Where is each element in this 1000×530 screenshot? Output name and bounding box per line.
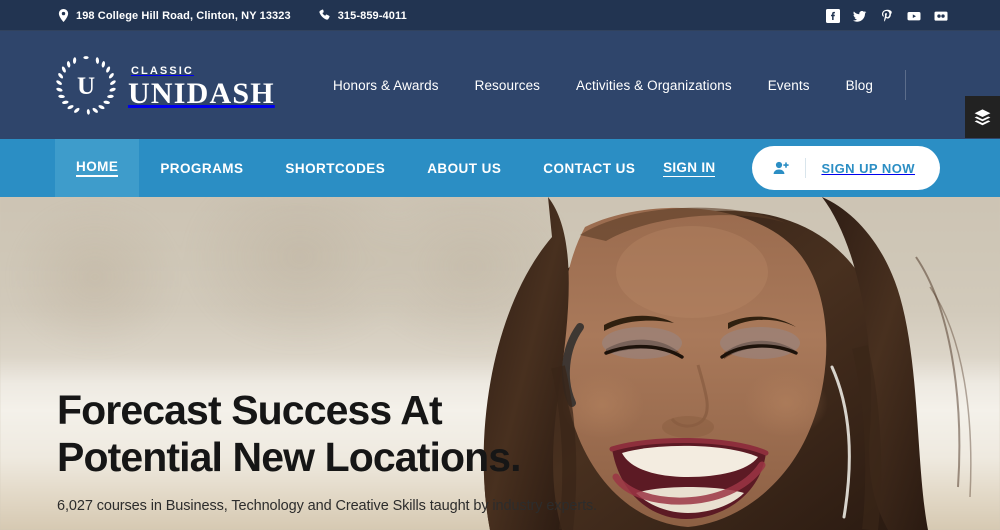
svg-text:U: U bbox=[77, 73, 95, 100]
nav-item-shortcodes-label: SHORTCODES bbox=[285, 160, 386, 176]
logo-eyebrow: CLASSIC bbox=[131, 65, 194, 77]
hero-copy: Forecast Success At Potential New Locati… bbox=[57, 387, 617, 514]
nav-activities-organizations[interactable]: Activities & Organizations bbox=[558, 78, 750, 93]
twitter-icon[interactable] bbox=[853, 9, 867, 23]
sign-in-link[interactable]: SIGN IN bbox=[663, 160, 716, 177]
nav-divider bbox=[905, 70, 906, 100]
nav-item-about-us[interactable]: ABOUT US bbox=[406, 139, 522, 197]
site-logo[interactable]: U CLASSIC UNIDASH bbox=[55, 54, 275, 116]
page-root: 198 College Hill Road, Clinton, NY 13323… bbox=[0, 0, 1000, 530]
phone-item[interactable]: 315-859-4011 bbox=[319, 9, 407, 22]
nav-item-shortcodes[interactable]: SHORTCODES bbox=[264, 139, 406, 197]
nav-item-about-us-label: ABOUT US bbox=[427, 160, 502, 176]
hero-heading-line-2: Potential New Locations. bbox=[57, 434, 522, 480]
layers-panel-toggle[interactable] bbox=[965, 96, 1000, 138]
nav-item-programs[interactable]: PROGRAMS bbox=[139, 139, 264, 197]
youtube-icon[interactable] bbox=[907, 9, 921, 23]
hero-section: Forecast Success At Potential New Locati… bbox=[0, 197, 1000, 530]
nav-blog[interactable]: Blog bbox=[828, 78, 891, 93]
primary-nav: HOME PROGRAMS SHORTCODES ABOUT US CONTAC… bbox=[0, 139, 1000, 197]
nav-item-home-label: HOME bbox=[76, 159, 119, 177]
logo-name: UNIDASH bbox=[128, 77, 275, 110]
nav-item-contact-us[interactable]: CONTACT US bbox=[522, 139, 656, 197]
hero-heading: Forecast Success At Potential New Locati… bbox=[57, 387, 617, 481]
laurel-wreath-u-icon: U bbox=[55, 54, 117, 116]
flickr-icon[interactable] bbox=[934, 9, 948, 23]
top-contact-group: 198 College Hill Road, Clinton, NY 13323… bbox=[57, 9, 407, 22]
add-user-icon bbox=[773, 161, 790, 176]
hero-subtitle: 6,027 courses in Business, Technology an… bbox=[57, 498, 598, 514]
nav-resources[interactable]: Resources bbox=[457, 78, 558, 93]
sign-up-divider bbox=[805, 158, 807, 178]
sign-up-button[interactable]: SIGN UP NOW bbox=[752, 146, 940, 190]
nav-events[interactable]: Events bbox=[750, 78, 828, 93]
map-pin-icon bbox=[57, 9, 70, 22]
pinterest-icon[interactable] bbox=[880, 9, 894, 23]
hero-heading-line-1: Forecast Success At bbox=[57, 387, 443, 433]
address-item[interactable]: 198 College Hill Road, Clinton, NY 13323 bbox=[57, 9, 291, 22]
logo-wordmark: CLASSIC UNIDASH bbox=[128, 61, 275, 109]
primary-nav-actions: SIGN IN SIGN UP NOW bbox=[663, 139, 940, 197]
top-utility-bar: 198 College Hill Road, Clinton, NY 13323… bbox=[0, 0, 1000, 31]
site-header: U CLASSIC UNIDASH Honors & Awards Resour… bbox=[0, 31, 1000, 139]
nav-item-programs-label: PROGRAMS bbox=[160, 160, 244, 176]
social-links bbox=[826, 8, 948, 23]
primary-nav-items: HOME PROGRAMS SHORTCODES ABOUT US CONTAC… bbox=[55, 139, 656, 197]
layers-icon bbox=[973, 108, 992, 127]
search-icon[interactable] bbox=[912, 72, 948, 98]
nav-honors-awards[interactable]: Honors & Awards bbox=[315, 78, 457, 93]
facebook-icon[interactable] bbox=[826, 8, 840, 23]
phone-icon bbox=[319, 9, 332, 22]
secondary-nav: Honors & Awards Resources Activities & O… bbox=[315, 70, 948, 100]
nav-item-contact-us-label: CONTACT US bbox=[543, 160, 636, 176]
address-text: 198 College Hill Road, Clinton, NY 13323 bbox=[76, 9, 291, 22]
phone-text: 315-859-4011 bbox=[337, 9, 407, 22]
sign-up-label: SIGN UP NOW bbox=[821, 160, 915, 176]
nav-item-home[interactable]: HOME bbox=[55, 139, 140, 197]
